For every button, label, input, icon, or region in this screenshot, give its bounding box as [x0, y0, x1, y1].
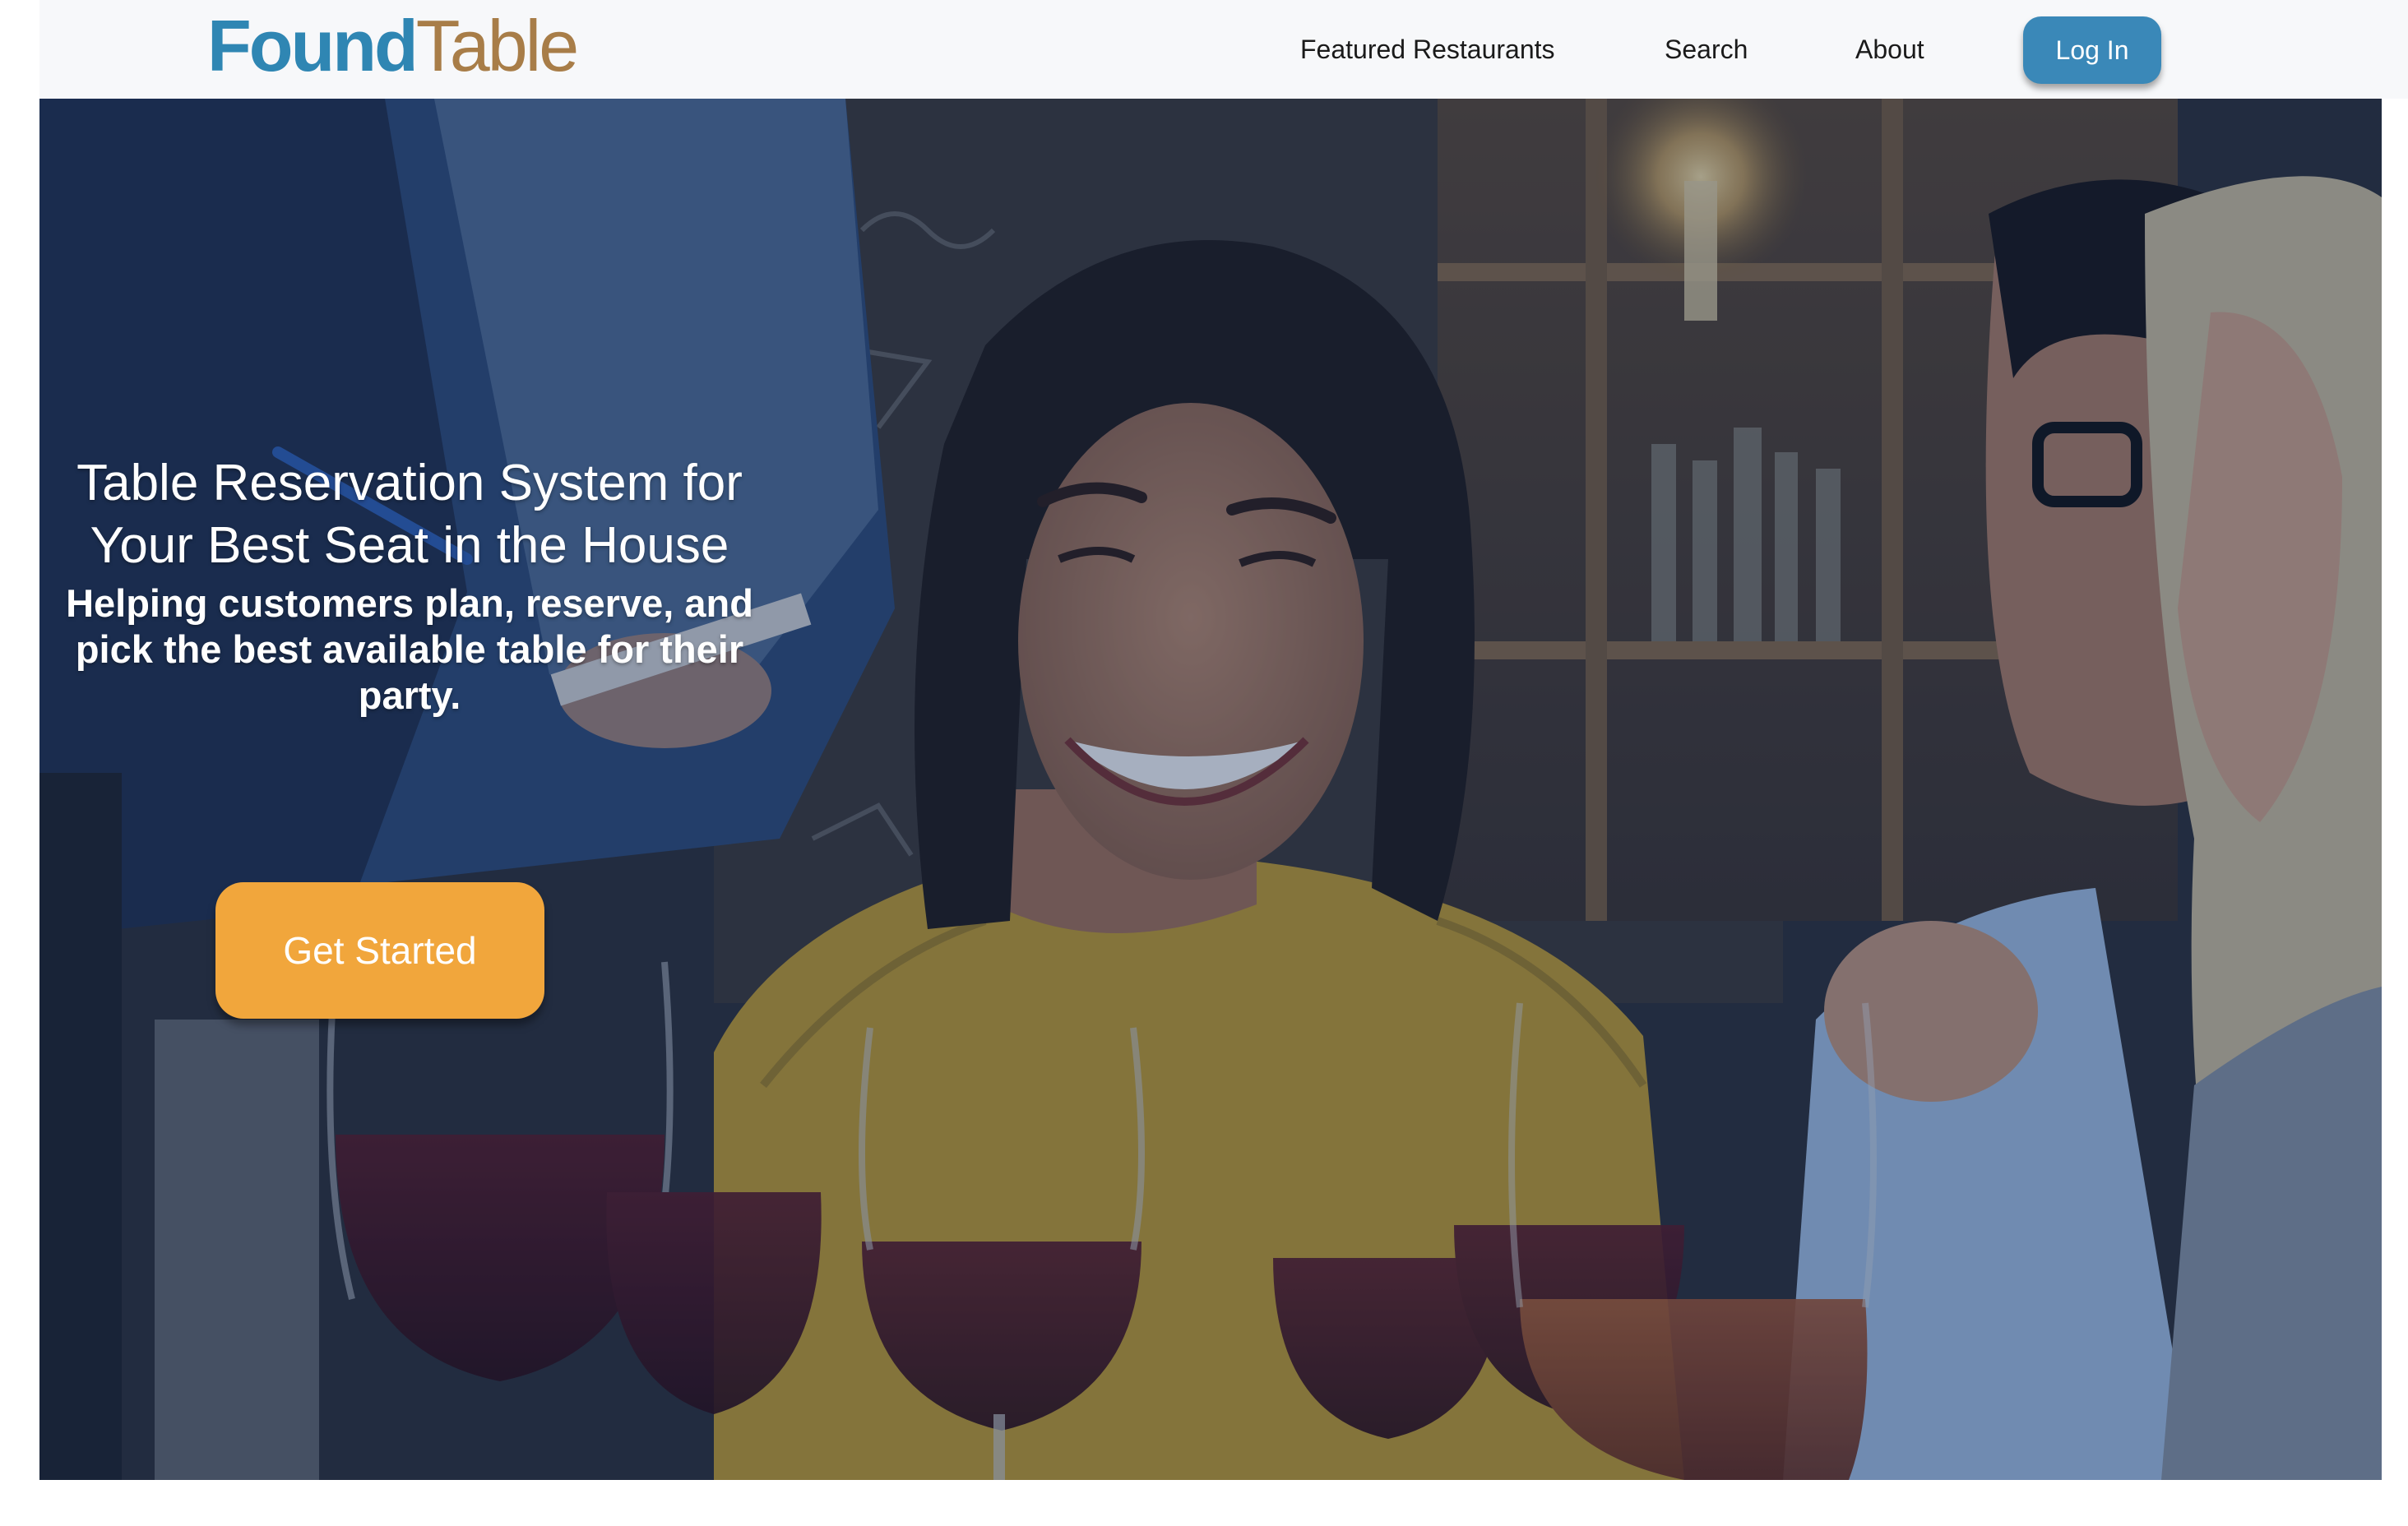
nav-link-search[interactable]: Search [1665, 30, 1748, 69]
hero-subtitle: Helping customers plan, reserve, and pic… [66, 581, 753, 717]
hero-section: Table Reservation System for Your Best S… [39, 99, 2382, 1480]
hero-text-block: Table Reservation System for Your Best S… [56, 452, 763, 719]
top-navbar: Found Table Featured Restaurants Search … [39, 0, 2408, 99]
main-nav: Featured Restaurants Search About Log In [39, 0, 2408, 99]
get-started-button[interactable]: Get Started [215, 882, 544, 1019]
login-button[interactable]: Log In [2023, 16, 2161, 84]
page: Found Table Featured Restaurants Search … [0, 0, 2408, 1526]
hero-overlay [39, 99, 2382, 1480]
nav-link-about[interactable]: About [1855, 30, 1924, 69]
nav-link-featured-restaurants[interactable]: Featured Restaurants [1300, 30, 1555, 69]
hero-title: Table Reservation System for Your Best S… [76, 455, 743, 574]
